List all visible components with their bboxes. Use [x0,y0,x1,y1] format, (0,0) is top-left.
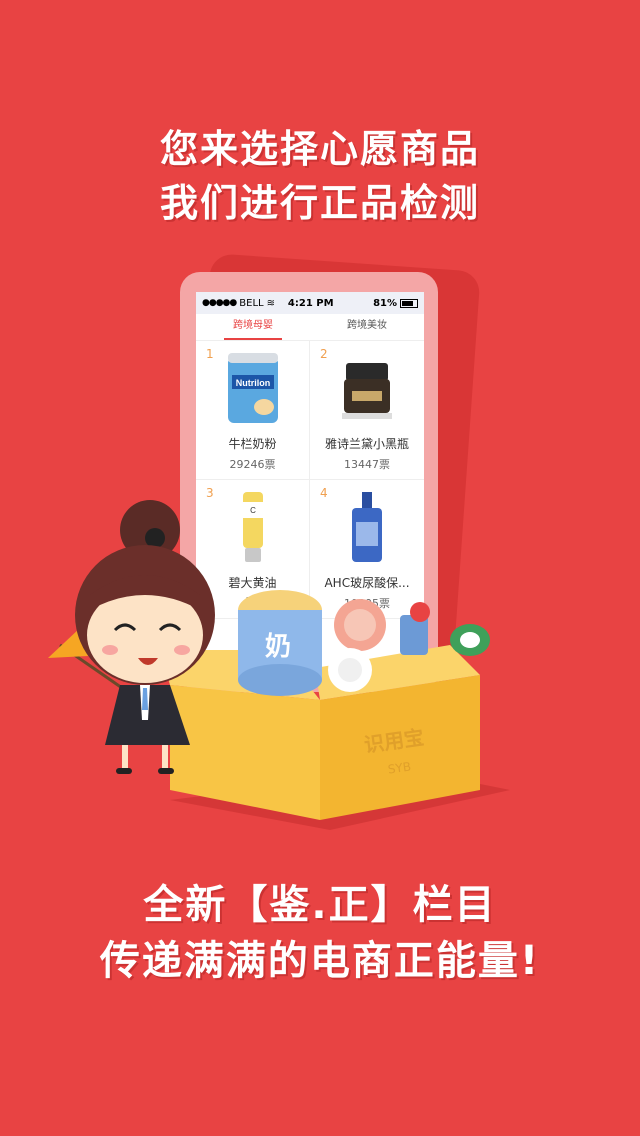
product-votes: 13447票 [344,458,390,471]
product-rank: 4 [320,486,328,500]
headline-line-2: 我们进行正品检测 [159,181,480,225]
product-votes: 29246票 [229,458,276,471]
battery-icon [400,298,419,308]
product-card[interactable]: 1 Nutrilon 牛栏奶粉 29246票 [196,341,310,480]
tab-cross-border-baby[interactable]: 跨境母婴 [196,314,310,340]
product-name: 牛栏奶粉 [228,437,277,451]
signal-icon: ●●●●● [202,298,237,308]
svg-text:Nutrilon: Nutrilon [235,378,270,388]
can-text: 奶 [265,631,291,662]
category-tabs: 跨境母婴 跨境美妆 [196,314,424,341]
product-rank: 1 [206,347,214,361]
headline-line-1: 您来选择心愿商品 [159,127,480,171]
bottom-line-2: 传递满满的电商正能量! [99,938,541,984]
product-name: 雅诗兰黛小黑瓶 [324,437,409,451]
product-card[interactable]: 2 雅诗兰黛小黑瓶 13447票 [310,341,424,480]
milk-can-icon: 奶 [238,590,322,696]
product-rank: 3 [206,486,214,500]
product-rank: 2 [320,347,328,361]
milk-powder-can-icon: Nutrilon [227,353,278,423]
status-bar: ●●●●● BELL ≋ 4:21 PM 81% [196,292,424,314]
mascot-box-illustration: 奶 识用宝 SYB [48,500,510,830]
status-time: 4:21 PM [287,297,334,309]
wifi-icon: ≋ [266,297,275,309]
battery-percent: 81% [373,297,398,309]
bottom-line-1: 全新【鉴.正】栏目 [143,882,497,928]
black-jar-cream-icon [342,363,392,419]
tab-cross-border-beauty[interactable]: 跨境美妆 [310,314,424,340]
carrier-label: BELL [239,297,264,309]
